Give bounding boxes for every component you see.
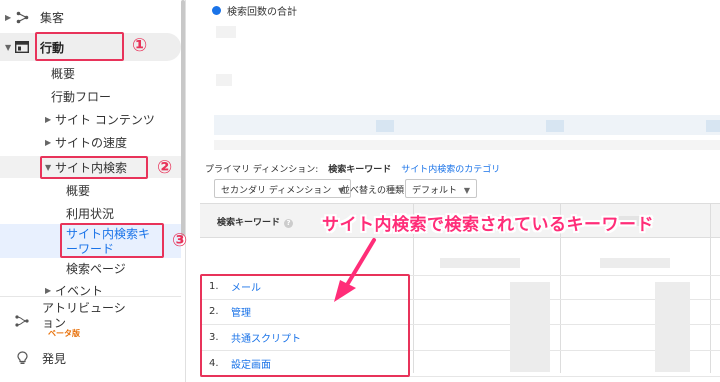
sidebar-item-label: 検索ページ — [66, 261, 126, 276]
acquisition-icon — [15, 10, 29, 24]
caret-right-icon: ▶ — [5, 12, 12, 22]
blurred-axis-label — [216, 74, 232, 86]
step-2-label: ② — [157, 157, 173, 178]
blurred-values — [655, 282, 690, 372]
sort-type-value: デフォルト — [412, 186, 458, 196]
sidebar-item-label: 概要 — [51, 66, 76, 81]
caret-right-icon: ▶ — [45, 137, 52, 147]
sidebar-item-label: 行動フロー — [51, 89, 112, 104]
column-separator — [710, 203, 711, 373]
sidebar-item-label: 利用状況 — [66, 206, 115, 221]
annotation-box-3 — [60, 223, 164, 258]
sidebar-item-label: 概要 — [66, 183, 91, 198]
callout-text: サイト内検索で検索されているキーワード — [322, 215, 654, 235]
blurred-total — [440, 258, 520, 268]
sidebar-item-attribution[interactable]: アトリビューション ベータ版 — [0, 300, 181, 342]
primary-dimension-current: 検索キーワード — [328, 165, 392, 175]
lightbulb-icon — [15, 351, 29, 365]
primary-dimension-link[interactable]: サイト内検索のカテゴリ — [401, 162, 500, 175]
sidebar-divider — [0, 296, 181, 297]
blurred-data-point — [546, 120, 564, 132]
blurred-axis-ticks — [214, 140, 720, 150]
sidebar-item-search-pages[interactable]: 検索ページ — [0, 258, 181, 278]
sidebar-item-site-content[interactable]: ▶ サイト コンテンツ — [0, 109, 181, 129]
sidebar-item-label: 発見 — [42, 351, 67, 366]
secondary-dimension-label: セカンダリ ディメンション — [221, 186, 332, 196]
sort-type-label: 並べ替えの種類: — [341, 186, 408, 196]
blurred-chart-series — [214, 115, 720, 135]
sidebar-item-behavior-flow[interactable]: 行動フロー — [0, 86, 181, 106]
sidebar-item-events[interactable]: ▶ イベント — [0, 280, 181, 300]
attribution-icon — [15, 314, 29, 328]
sidebar-scrollbar[interactable] — [181, 0, 185, 236]
caret-right-icon: ▶ — [45, 285, 52, 295]
annotation-box-2 — [40, 156, 148, 179]
column-header-keyword[interactable]: 検索キーワード? — [217, 215, 294, 228]
sidebar-item-discover[interactable]: 発見 — [0, 347, 181, 369]
beta-badge: ベータ版 — [48, 329, 80, 338]
legend-marker — [212, 6, 221, 15]
sidebar-item-label: サイト コンテンツ — [55, 112, 155, 127]
blurred-values — [510, 282, 550, 372]
blurred-total — [600, 258, 670, 268]
primary-dimension-label: プライマリ ディメンション: — [205, 165, 319, 175]
caret-down-icon: ▼ — [5, 42, 12, 52]
primary-dimension-row: プライマリ ディメンション: 検索キーワード サイト内検索のカテゴリ — [205, 162, 500, 175]
sidebar-item-acquisition[interactable]: ▶ 集客 — [0, 6, 181, 28]
sidebar-item-label: サイトの速度 — [55, 135, 128, 150]
blurred-data-point — [706, 120, 720, 132]
sort-type-dropdown[interactable]: デフォルト ▼ — [405, 179, 478, 198]
annotation-box-1 — [35, 32, 124, 61]
sidebar-item-site-speed[interactable]: ▶ サイトの速度 — [0, 132, 181, 152]
chart-legend-label: 検索回数の合計 — [227, 7, 297, 18]
sidebar-item-site-search-overview[interactable]: 概要 — [0, 180, 181, 200]
help-icon[interactable]: ? — [284, 219, 294, 228]
chevron-down-icon: ▼ — [463, 186, 471, 195]
chart-area: 検索回数の合計 — [186, 0, 720, 160]
sidebar-item-usage[interactable]: 利用状況 — [0, 203, 181, 223]
callout-arrow-icon — [334, 238, 376, 302]
sidebar-item-label: 集客 — [40, 10, 65, 25]
behavior-icon — [15, 40, 29, 54]
blurred-data-point — [376, 120, 394, 132]
column-header-label: 検索キーワード — [217, 218, 281, 228]
sidebar-item-label: アトリビューション — [42, 301, 126, 330]
caret-right-icon: ▶ — [45, 114, 52, 124]
sidebar-item-behavior-overview[interactable]: 概要 — [0, 63, 181, 83]
step-3-label: ③ — [172, 230, 188, 251]
secondary-dimension-dropdown[interactable]: セカンダリ ディメンション ▼ — [214, 179, 352, 198]
step-1-label: ① — [132, 35, 148, 56]
blurred-axis-label — [216, 26, 236, 38]
